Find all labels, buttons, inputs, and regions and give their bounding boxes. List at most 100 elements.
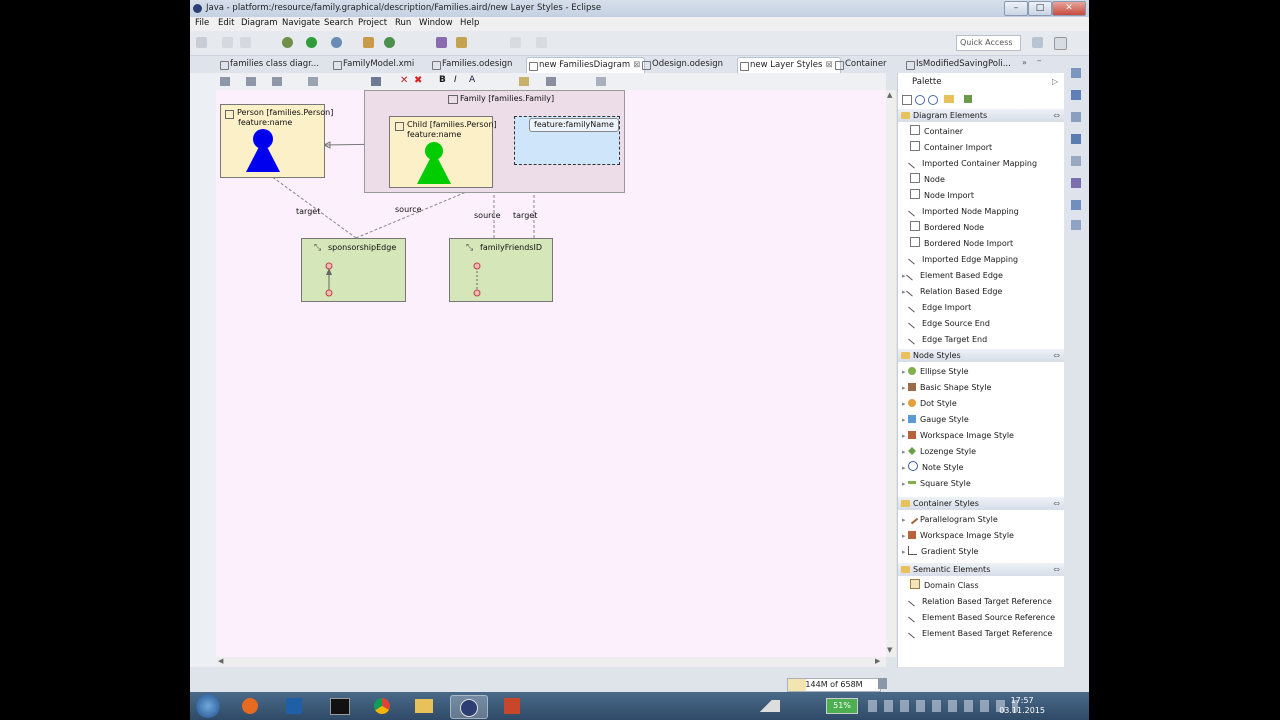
layer-icon[interactable] (220, 77, 230, 86)
palette-section-container-styles[interactable]: Container Styles ⇔ (898, 497, 1064, 510)
palette-item[interactable]: ▸ Gauge Style (902, 413, 969, 427)
tab-overflow-icon[interactable]: » (1022, 58, 1027, 67)
menu-file[interactable]: File (195, 18, 209, 28)
palette-item[interactable]: Bordered Node Import (910, 237, 1013, 251)
menu-window[interactable]: Window (419, 18, 453, 28)
horizontal-scrollbar[interactable]: ◀ ▶ (216, 657, 886, 667)
note-tool-icon[interactable] (944, 95, 954, 103)
tab-new-families-diagram[interactable]: new FamiliesDiagram ⊠ (526, 57, 645, 73)
vertical-scrollbar[interactable]: ▲ ▼ (886, 90, 896, 657)
italic-button[interactable]: I (454, 75, 457, 85)
palette-item[interactable]: Edge Target End (908, 332, 987, 347)
filter-icon[interactable] (246, 77, 256, 86)
tab-container[interactable]: Container (833, 57, 887, 72)
palette-item[interactable]: ▸ Note Style (902, 461, 964, 475)
pen-icon[interactable] (456, 37, 467, 48)
line-color-icon[interactable] (546, 77, 556, 86)
palette-item[interactable]: Node (910, 173, 945, 187)
pin-icon[interactable] (371, 77, 381, 86)
palette-item[interactable]: Imported Node Mapping (908, 204, 1019, 219)
palette-item[interactable]: ▸ Parallelogram Style (902, 511, 998, 527)
close-button[interactable]: ✕ (1052, 1, 1086, 16)
menu-diagram[interactable]: Diagram (241, 18, 278, 28)
palette-item[interactable]: ▸ Workspace Image Style (902, 529, 1014, 543)
tray-icons[interactable] (868, 700, 1018, 712)
save-icon[interactable] (222, 37, 233, 48)
collapse-icon[interactable]: ⇔ (1053, 563, 1060, 576)
family-container[interactable]: Family [families.Family] Child [families… (364, 90, 625, 193)
family-name-feature[interactable]: feature:familyName (529, 118, 619, 132)
expand-arrow-icon[interactable]: ▸ (902, 461, 908, 475)
collapse-icon[interactable]: ⇔ (1053, 349, 1060, 362)
scroll-up-arrow[interactable]: ▲ (887, 91, 892, 99)
child-node[interactable]: Child [families.Person] feature:name (389, 116, 497, 188)
network-signal-icon[interactable] (752, 700, 780, 712)
start-button-icon[interactable] (196, 694, 220, 718)
outlook-icon[interactable] (276, 695, 312, 717)
expand-arrow-icon[interactable]: ▸ (902, 365, 908, 379)
explorer-icon[interactable] (406, 695, 442, 717)
person-node[interactable]: Person [families.Person] feature:name (220, 104, 333, 178)
palette-item[interactable]: Bordered Node (910, 221, 984, 235)
palette-collapse-icon[interactable]: ▷ (1052, 77, 1058, 86)
palette-item[interactable]: ▸ Element Based Edge (902, 268, 1003, 283)
palette-item[interactable]: Container Import (910, 141, 992, 155)
minimize-editor-icon[interactable]: – (1037, 56, 1042, 66)
palette-item[interactable]: ▸ Workspace Image Style (902, 429, 1014, 443)
open-type-icon[interactable] (384, 37, 395, 48)
palette-item[interactable]: Container (910, 125, 963, 139)
zoom-out-icon[interactable] (928, 95, 938, 105)
new-icon[interactable] (196, 37, 207, 48)
sirius-perspective-icon[interactable] (1054, 37, 1067, 50)
menu-run[interactable]: Run (395, 18, 411, 28)
tab-families-odesign[interactable]: Families.odesign (430, 57, 512, 72)
palette-item[interactable]: Node Import (910, 189, 974, 203)
palette-section-diagram-elements[interactable]: Diagram Elements ⇔ (898, 109, 1064, 122)
zoom-in-icon[interactable] (915, 95, 925, 105)
battery-indicator[interactable]: 51% (826, 698, 858, 714)
close-tab-icon[interactable]: ⊠ (825, 60, 832, 70)
menu-search[interactable]: Search (324, 18, 353, 28)
collapse-icon[interactable]: ⇔ (1053, 497, 1060, 510)
print-icon[interactable] (240, 37, 251, 48)
palette-item[interactable]: ▸ Gradient Style (902, 545, 978, 559)
tab-new-layer-styles[interactable]: new Layer Styles ⊠ (737, 57, 841, 73)
bold-button[interactable]: B (439, 75, 446, 85)
palette-item[interactable]: ▸ Ellipse Style (902, 365, 969, 379)
select-tool-icon[interactable] (902, 95, 912, 105)
palette-item[interactable]: Edge Source End (908, 316, 990, 331)
menu-edit[interactable]: Edit (218, 18, 234, 28)
view-icon[interactable] (1071, 200, 1081, 210)
expand-arrow-icon[interactable]: ▸ (902, 477, 908, 491)
palette-section-semantic-elements[interactable]: Semantic Elements ⇔ (898, 563, 1064, 576)
garbage-collect-icon[interactable] (878, 678, 887, 689)
minimize-button[interactable]: – (1004, 1, 1028, 16)
palette-item[interactable]: Element Based Source Reference (908, 610, 1055, 625)
palette-item[interactable]: Relation Based Target Reference (908, 594, 1052, 609)
forward-icon[interactable] (536, 37, 547, 48)
view-icon[interactable] (1071, 178, 1081, 188)
debug-icon[interactable] (282, 37, 293, 48)
tab-families-class-diagram[interactable]: families class diagr... (218, 57, 319, 72)
palette-item[interactable]: Element Based Target Reference (908, 626, 1052, 641)
palette-section-node-styles[interactable]: Node Styles ⇔ (898, 349, 1064, 362)
palette-item[interactable]: Domain Class (910, 579, 979, 593)
family-friends-edge-node[interactable]: ⤡ familyFriendsID (449, 238, 553, 302)
refresh-icon[interactable] (308, 77, 318, 86)
perspective-icon[interactable] (1032, 37, 1043, 48)
delete-icon[interactable]: ✕ (400, 75, 408, 86)
view-icon[interactable] (1071, 220, 1081, 230)
scroll-down-arrow[interactable]: ▼ (887, 646, 892, 654)
collapse-icon[interactable]: ⇔ (1053, 109, 1060, 122)
view-icon[interactable] (1071, 68, 1081, 78)
sponsorship-edge-node[interactable]: ⤡ sponsorshipEdge (301, 238, 406, 302)
fill-color-icon[interactable] (519, 77, 529, 86)
terminal-icon[interactable] (320, 695, 356, 717)
view-icon[interactable] (1071, 134, 1081, 144)
scroll-right-arrow[interactable]: ▶ (875, 657, 880, 665)
palette-item[interactable]: ▸ Basic Shape Style (902, 381, 991, 395)
zoom-icon[interactable] (596, 77, 606, 86)
delete-from-model-icon[interactable]: ✖ (414, 75, 422, 86)
tab-is-modified-saving-policy[interactable]: IsModifiedSavingPoli... (904, 57, 1011, 72)
firefox-icon[interactable] (232, 695, 268, 717)
